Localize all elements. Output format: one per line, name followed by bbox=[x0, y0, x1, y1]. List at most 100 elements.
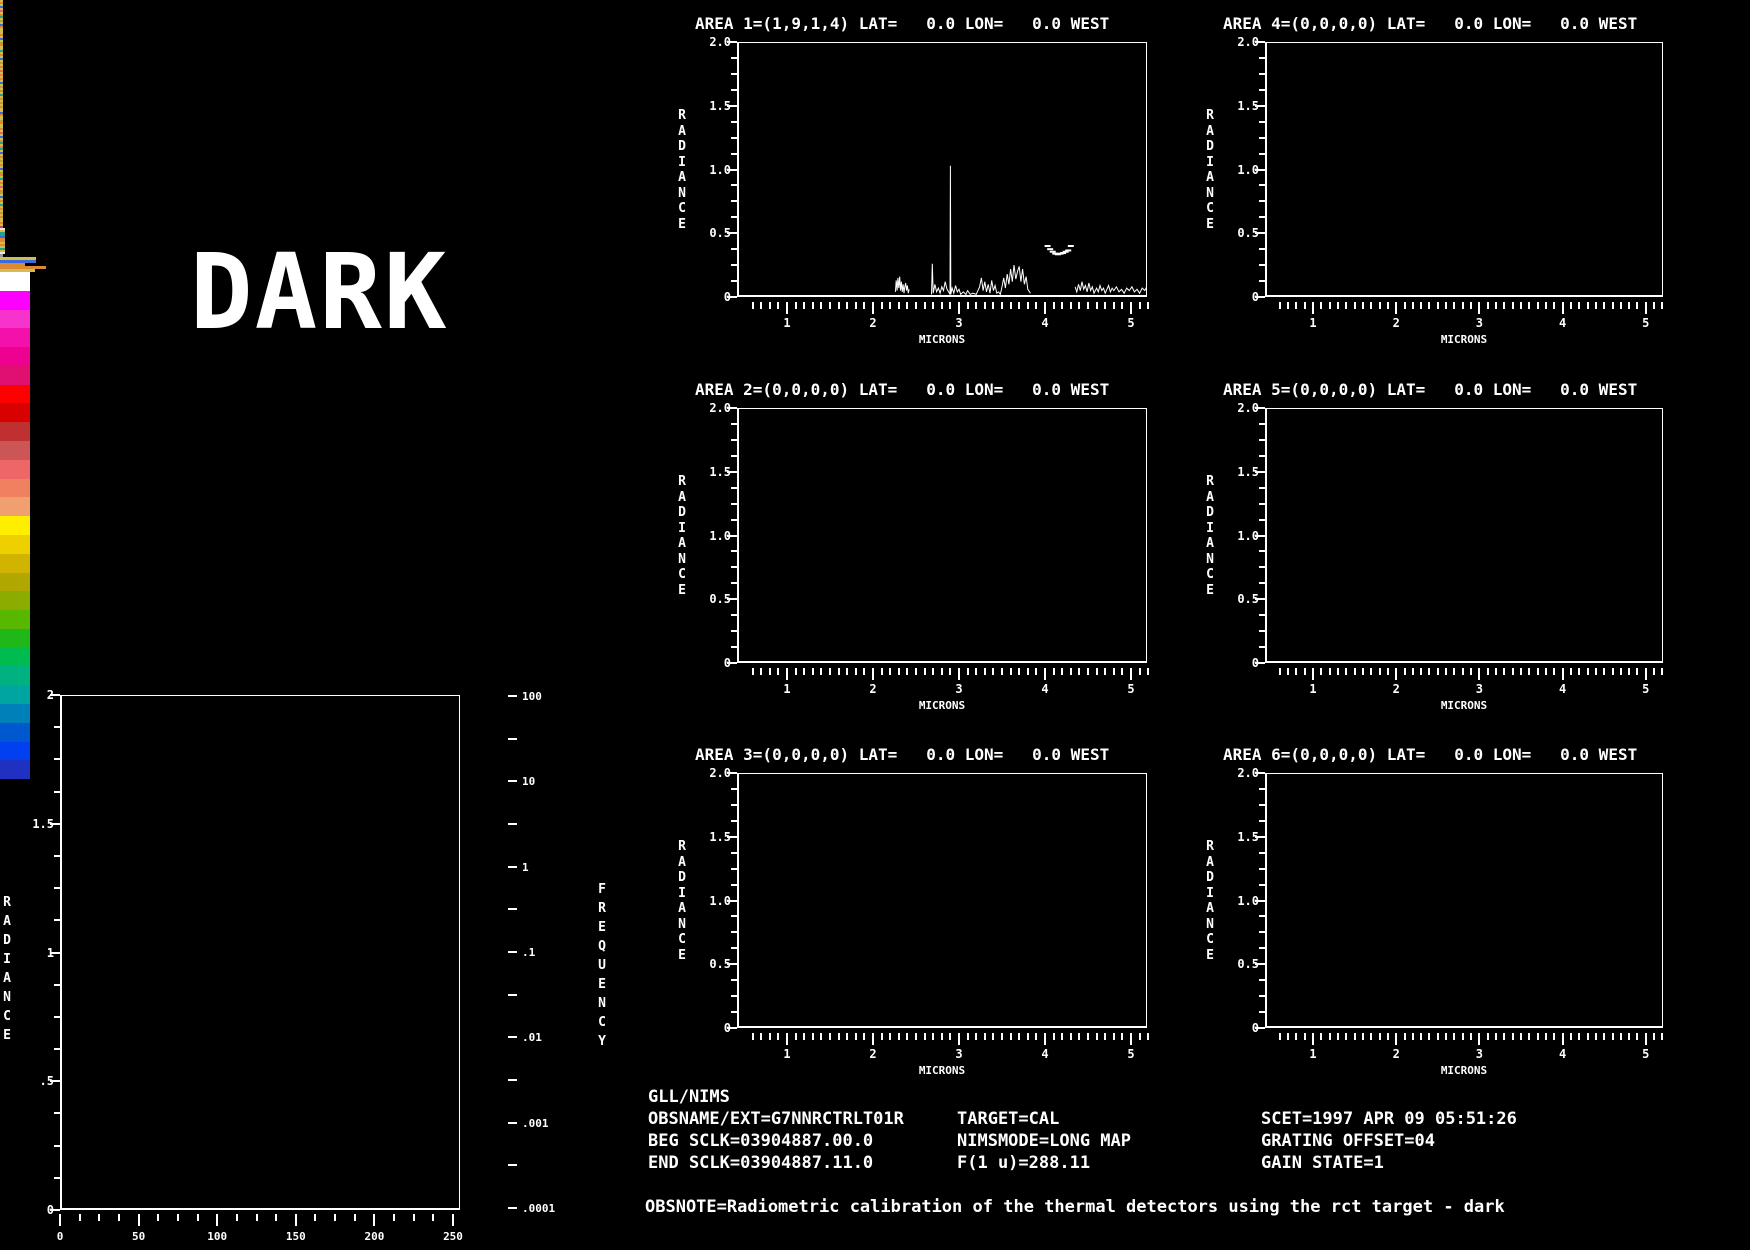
density-box-right bbox=[459, 695, 460, 1210]
radiance-axis-label-letter: I bbox=[1204, 886, 1216, 901]
density-y-tick bbox=[54, 1016, 60, 1018]
y-axis-tick bbox=[1259, 646, 1265, 648]
x-axis-tick bbox=[898, 302, 900, 309]
colorbar-segment bbox=[0, 272, 30, 291]
x-axis-tick bbox=[1620, 302, 1622, 309]
x-axis-tick bbox=[1354, 668, 1356, 675]
x-axis-tick bbox=[1603, 1033, 1605, 1040]
microns-axis-label: MICRONS bbox=[1434, 333, 1494, 346]
x-axis-tick bbox=[932, 668, 934, 675]
y-axis-tick bbox=[731, 995, 737, 997]
colorbar-segment bbox=[0, 403, 30, 422]
plot-box-left bbox=[1265, 773, 1267, 1028]
density-y-tick bbox=[54, 887, 60, 889]
x-axis-tick bbox=[1354, 302, 1356, 309]
x-axis-tick bbox=[1345, 1033, 1347, 1040]
density-radiance-axis-letter: A bbox=[1, 914, 13, 929]
colorbar-segment bbox=[0, 441, 30, 460]
x-axis-tick bbox=[1570, 302, 1572, 309]
colorbar-segment bbox=[0, 291, 30, 310]
x-axis-tick bbox=[898, 668, 900, 675]
x-axis-tick bbox=[1078, 1033, 1080, 1040]
density-y-tick bbox=[54, 758, 60, 760]
x-axis-tick bbox=[1070, 668, 1072, 675]
colorbar-segment bbox=[0, 310, 30, 329]
x-axis-tick bbox=[967, 668, 969, 675]
radiance-axis-label-letter: D bbox=[676, 870, 688, 885]
x-axis-tick bbox=[846, 302, 848, 309]
y-tick-label: 0 bbox=[1219, 656, 1259, 670]
y-axis-tick bbox=[731, 804, 737, 806]
colorbar-tick bbox=[508, 695, 517, 697]
colorbar-segment bbox=[0, 666, 30, 685]
x-axis-tick bbox=[906, 668, 908, 675]
density-x-tick-label: 0 bbox=[44, 1230, 76, 1243]
y-axis-tick bbox=[731, 566, 737, 568]
x-axis-tick bbox=[1354, 1033, 1356, 1040]
x-axis-tick bbox=[924, 302, 926, 309]
density-y-tick bbox=[54, 919, 60, 921]
y-axis-tick bbox=[1259, 788, 1265, 790]
y-tick-label: 1.0 bbox=[1219, 163, 1259, 177]
metadata-field: NIMSMODE=LONG MAP bbox=[957, 1131, 1131, 1151]
x-axis-tick bbox=[803, 302, 805, 309]
x-axis-tick bbox=[820, 668, 822, 675]
y-axis-tick bbox=[731, 884, 737, 886]
y-axis-tick bbox=[1259, 184, 1265, 186]
plot-box-right bbox=[1662, 408, 1663, 663]
x-axis-tick bbox=[915, 1033, 917, 1040]
plot-box-top bbox=[1265, 773, 1663, 774]
radiance-axis-label-letter: A bbox=[1204, 170, 1216, 185]
x-axis-tick bbox=[1337, 1033, 1339, 1040]
x-axis-tick bbox=[881, 668, 883, 675]
plot-title: AREA 1=(1,9,1,4) LAT= 0.0 LON= 0.0 WEST bbox=[695, 14, 1109, 33]
radiance-axis-label-letter: R bbox=[1204, 839, 1216, 854]
density-y-tick bbox=[54, 1048, 60, 1050]
y-tick-label: 1.0 bbox=[691, 163, 731, 177]
y-axis-tick bbox=[731, 614, 737, 616]
radiance-axis-label-letter: A bbox=[676, 170, 688, 185]
colorbar-tick-label: 100 bbox=[522, 690, 542, 703]
x-axis-tick bbox=[1620, 1033, 1622, 1040]
x-axis-tick bbox=[1437, 1033, 1439, 1040]
x-axis-tick bbox=[795, 302, 797, 309]
density-x-tick bbox=[118, 1214, 120, 1221]
x-axis-tick bbox=[1379, 302, 1381, 309]
y-tick-label: 1.5 bbox=[691, 465, 731, 479]
x-axis-tick bbox=[1362, 668, 1364, 675]
x-tick-label: 2 bbox=[1386, 682, 1406, 696]
density-radiance-axis-letter: R bbox=[1, 895, 13, 910]
x-axis-tick bbox=[1578, 668, 1580, 675]
y-tick-label: 1.5 bbox=[691, 830, 731, 844]
x-axis-tick bbox=[1362, 1033, 1364, 1040]
x-axis-tick bbox=[1370, 668, 1372, 675]
x-tick-label: 5 bbox=[1636, 316, 1656, 330]
plot-box-top bbox=[737, 773, 1147, 774]
x-axis-tick bbox=[838, 1033, 840, 1040]
x-axis-tick bbox=[1603, 302, 1605, 309]
y-tick-label: 1.0 bbox=[1219, 529, 1259, 543]
x-axis-tick bbox=[1462, 302, 1464, 309]
x-axis-tick bbox=[915, 668, 917, 675]
density-x-tick bbox=[432, 1214, 434, 1221]
x-axis-tick bbox=[1428, 302, 1430, 309]
x-tick-label: 4 bbox=[1035, 682, 1055, 696]
x-axis-tick bbox=[1044, 302, 1046, 314]
y-axis-tick bbox=[731, 519, 737, 521]
density-box-left bbox=[60, 695, 62, 1210]
x-axis-tick bbox=[1044, 668, 1046, 680]
nims-display-screen: DARK 21.51.50050100150200250BAND NUMBERR… bbox=[0, 0, 1750, 1250]
x-axis-tick bbox=[1096, 668, 1098, 675]
x-axis-tick bbox=[1595, 668, 1597, 675]
plot-box-right bbox=[1662, 42, 1663, 297]
x-axis-tick bbox=[760, 1033, 762, 1040]
x-axis-tick bbox=[786, 302, 788, 314]
density-x-tick bbox=[59, 1214, 61, 1226]
radiance-axis-label-letter: N bbox=[676, 917, 688, 932]
x-axis-tick bbox=[1345, 302, 1347, 309]
x-axis-tick bbox=[1412, 302, 1414, 309]
colorbar-segment bbox=[0, 347, 30, 366]
density-y-tick bbox=[54, 791, 60, 793]
x-axis-tick bbox=[1453, 1033, 1455, 1040]
x-axis-tick bbox=[1553, 1033, 1555, 1040]
